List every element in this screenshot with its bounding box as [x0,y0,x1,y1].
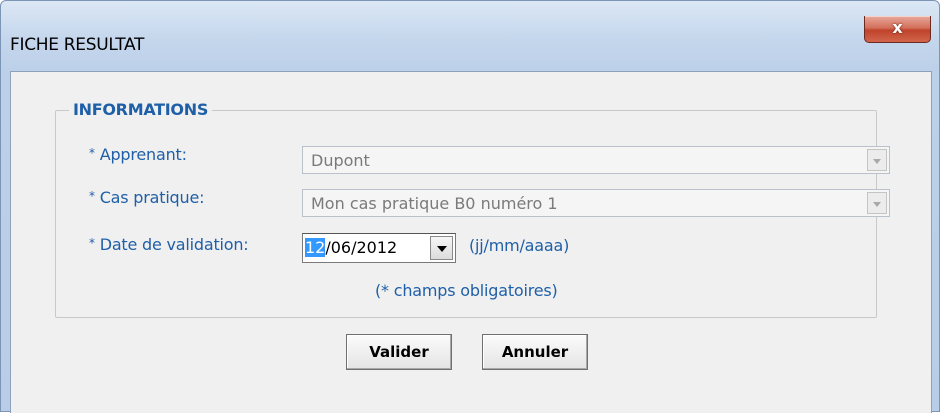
date-validation-picker[interactable]: 12/06/2012 [302,233,456,263]
apprenant-select[interactable]: Dupont [302,146,890,174]
group-legend: INFORMATIONS [69,100,213,119]
cas-pratique-value: Mon cas pratique B0 numéro 1 [311,194,558,213]
chevron-down-icon[interactable] [430,236,453,260]
date-value[interactable]: 12/06/2012 [305,238,397,257]
required-fields-note: (* champs obligatoires) [375,281,558,300]
date-format-hint: (jj/mm/aaaa) [469,236,570,255]
chevron-down-icon[interactable] [867,192,887,214]
cas-pratique-label: * Cas pratique: [89,188,205,207]
close-button[interactable]: x [864,16,931,43]
apprenant-value: Dupont [311,151,370,170]
date-validation-label: * Date de validation: [89,235,249,254]
close-icon: x [892,18,903,37]
cancel-button[interactable]: Annuler [482,334,588,370]
dialog-client-area: INFORMATIONS * Apprenant: Dupont * Cas p… [10,71,932,413]
cas-pratique-select[interactable]: Mon cas pratique B0 numéro 1 [302,189,890,217]
date-day-selected[interactable]: 12 [305,238,326,257]
dialog-window: FICHE RESULTAT x INFORMATIONS * Apprenan… [0,0,940,413]
window-title: FICHE RESULTAT [10,35,145,55]
apprenant-label: * Apprenant: [89,145,187,164]
chevron-down-icon[interactable] [867,149,887,171]
validate-button[interactable]: Valider [346,334,452,370]
